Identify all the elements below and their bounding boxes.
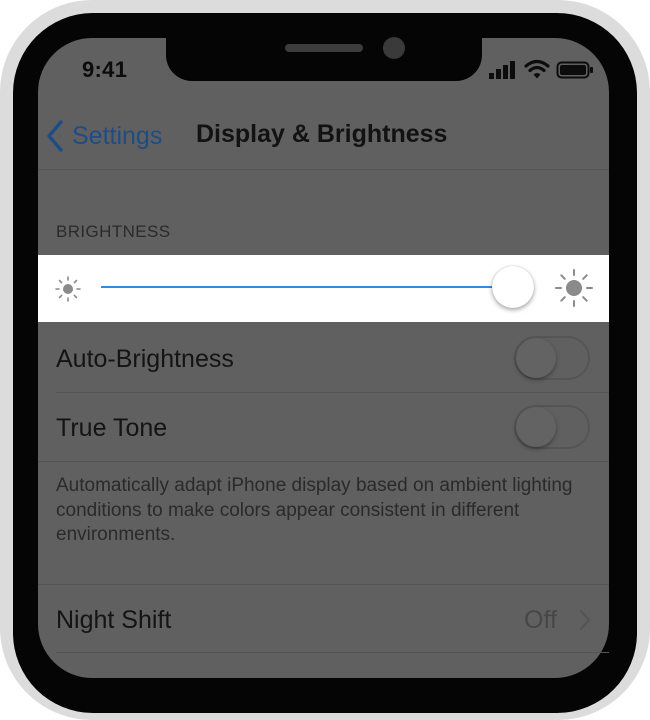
group-divider: [38, 584, 609, 585]
page-title: Display & Brightness: [196, 120, 448, 148]
back-button-label: Settings: [72, 121, 163, 150]
signal-icon: [489, 61, 515, 79]
chevron-right-icon: [579, 609, 591, 631]
battery-icon: [556, 61, 593, 79]
auto-brightness-toggle[interactable]: [514, 336, 590, 380]
nav-divider: [38, 169, 609, 170]
true-tone-label: True Tone: [56, 414, 168, 442]
toggle-knob: [516, 407, 556, 447]
night-shift-value: Off: [524, 606, 557, 634]
back-button[interactable]: Settings: [46, 118, 162, 154]
brightness-low-icon: [55, 276, 81, 302]
status-time: 9:41: [82, 57, 128, 82]
front-camera: [383, 37, 405, 59]
brightness-high-icon: [555, 269, 593, 307]
brightness-slider-track[interactable]: [101, 286, 513, 288]
section-header-brightness: BRIGHTNESS: [56, 222, 171, 241]
true-tone-toggle[interactable]: [514, 405, 590, 449]
toggle-knob: [516, 338, 556, 378]
speaker-grille: [285, 44, 363, 52]
wifi-icon: [524, 59, 550, 79]
row-divider: [56, 392, 609, 393]
chevron-left-icon: [47, 120, 63, 152]
status-icons: [486, 58, 596, 82]
brightness-slider-thumb[interactable]: [492, 266, 534, 308]
row-divider: [56, 652, 609, 653]
true-tone-footnote: Automatically adapt iPhone display based…: [56, 475, 573, 545]
night-shift-label[interactable]: Night Shift: [56, 606, 171, 635]
group-divider: [38, 461, 609, 462]
auto-brightness-label: Auto-Brightness: [56, 345, 234, 373]
